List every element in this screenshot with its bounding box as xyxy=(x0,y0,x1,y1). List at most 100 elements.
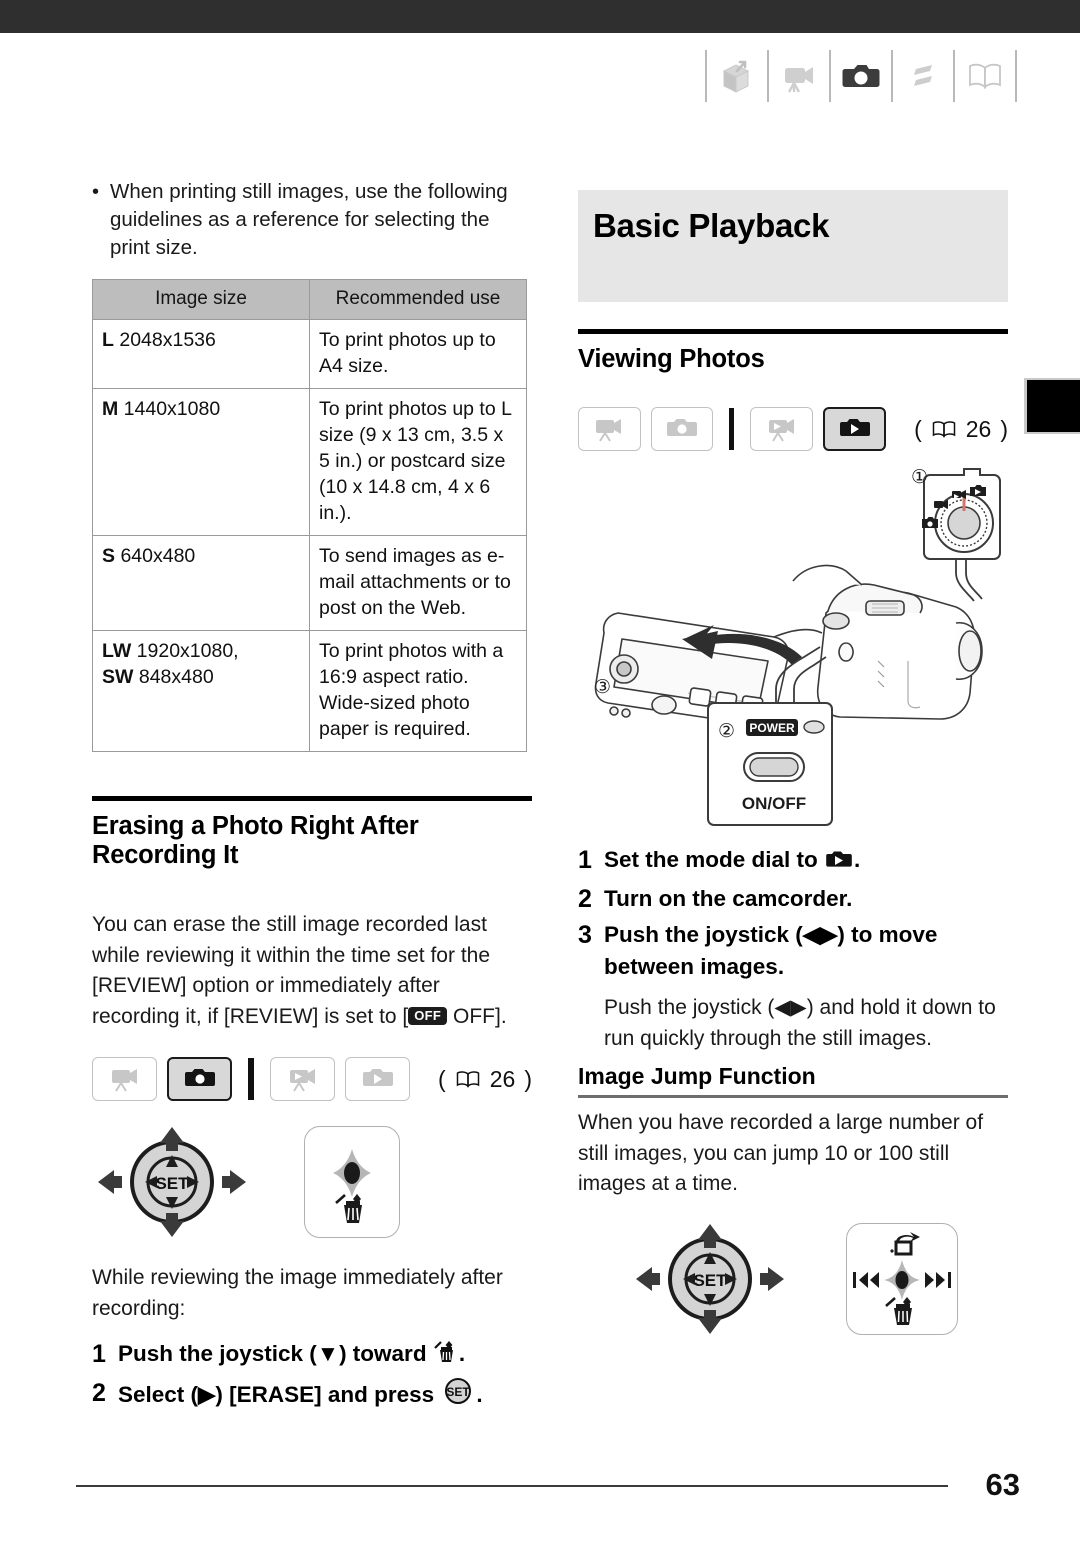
joystick-diagram-icon: SET xyxy=(636,1223,784,1334)
joystick-guide-box-jump xyxy=(846,1222,958,1335)
size-value: 1920x1080, xyxy=(136,640,239,662)
header-chapter-tabs xyxy=(705,48,1017,104)
jump-guide-icons xyxy=(853,1231,951,1325)
size-value: 2048x1536 xyxy=(119,329,216,351)
joystick-guide-erase: SET xyxy=(92,1123,532,1241)
step-text: Push the joystick (▼) toward . xyxy=(118,1338,532,1373)
erase-trash-icon xyxy=(885,1296,912,1325)
step-number: 2 xyxy=(92,1379,106,1407)
step-text-after: . xyxy=(476,1382,483,1407)
print-size-bullet: • When printing still images, use the fo… xyxy=(92,178,532,262)
transfer-arrows-icon xyxy=(893,50,953,102)
off-badge-icon: OFF xyxy=(408,1006,448,1025)
cell-image-size: S 640x480 xyxy=(92,535,310,631)
size-tag: M xyxy=(102,398,119,420)
erasing-photo-paragraph: You can erase the still image recorded l… xyxy=(92,910,532,1032)
step-text: Turn on the camcorder. xyxy=(604,886,853,911)
table-row: LW 1920x1080, SW 848x480 To print photos … xyxy=(92,630,527,752)
section-heading-erasing-photo: Erasing a Photo Right After Recording It xyxy=(92,812,419,869)
step-item: 2 Turn on the camcorder. xyxy=(578,883,1008,915)
mode-photo-record-icon[interactable] xyxy=(650,407,714,451)
mode-video-playback-icon[interactable] xyxy=(270,1057,336,1101)
unpacking-box-icon xyxy=(707,50,767,102)
joystick-guide-box-erase xyxy=(304,1126,400,1238)
mode-photo-playback-icon[interactable] xyxy=(345,1057,411,1101)
size-value-2: 848x480 xyxy=(138,666,214,688)
chapter-title: Basic Playback xyxy=(593,207,830,244)
step-item: 1 Push the joystick (▼) toward . xyxy=(92,1338,532,1373)
step-text: Set the mode dial to . xyxy=(604,844,1008,879)
size-tag: S xyxy=(102,545,116,567)
step-text: Select (▶) [ERASE] and press SET . xyxy=(118,1377,532,1414)
open-book-icon xyxy=(955,50,1015,102)
photo-camera-icon xyxy=(831,50,891,102)
step-number: 2 xyxy=(578,885,592,913)
cell-recommended-use: To send images as e-mail attachments or … xyxy=(309,535,527,631)
size-value: 640x480 xyxy=(120,545,196,567)
footer-divider-rule xyxy=(76,1485,948,1487)
section-rule xyxy=(92,796,532,801)
section-rule xyxy=(578,329,1008,334)
column-header-image-size: Image size xyxy=(92,279,310,320)
step-text-after: . xyxy=(458,1341,466,1366)
mode-group-divider xyxy=(248,1058,255,1100)
mode-video-playback-icon[interactable] xyxy=(750,407,814,451)
page-reference-left: ( 26 ) xyxy=(438,1066,532,1093)
table-row: M 1440x1080 To print photos up to L size… xyxy=(92,388,527,536)
cell-recommended-use: To print photos up to L size (9 x 13 cm,… xyxy=(309,388,527,536)
step-text: Push the joystick (◀▶) to move between i… xyxy=(604,922,938,979)
chapter-banner: Basic Playback xyxy=(578,190,1008,302)
set-button-icon: SET xyxy=(440,1377,476,1414)
page-reference-right: ( 26 ) xyxy=(914,416,1008,443)
right-column: Basic Playback Viewing Photos (26) ① ②… xyxy=(578,190,1008,1338)
left-column: • When printing still images, use the fo… xyxy=(92,178,532,1418)
callout-number-1: ① xyxy=(911,467,928,488)
svg-text:SET: SET xyxy=(155,1174,189,1193)
bullet-dot: • xyxy=(92,181,100,203)
cell-image-size: LW 1920x1080, SW 848x480 xyxy=(92,630,310,752)
mode-photo-record-icon[interactable] xyxy=(167,1057,233,1101)
joystick-diagram-icon: SET xyxy=(98,1127,246,1237)
photo-playback-icon xyxy=(824,847,854,879)
step-text-before: Push the joystick (▼) toward xyxy=(118,1341,427,1366)
page-number: 63 xyxy=(985,1467,1020,1502)
erase-guide-icons xyxy=(333,1149,371,1223)
joystick-hold-note: Push the joystick (◀▶) and hold it down … xyxy=(604,996,996,1050)
top-dark-band xyxy=(0,0,1080,33)
book-reference-icon xyxy=(932,421,955,438)
joystick-guide-jump: SET xyxy=(630,1220,1008,1338)
cell-recommended-use: To print photos with a 16:9 aspect ratio… xyxy=(309,630,527,752)
paren-open: ( xyxy=(914,415,922,442)
onoff-label-text: ON/OFF xyxy=(742,794,806,813)
mode-photo-playback-icon[interactable] xyxy=(823,407,887,451)
image-size-table: Image size Recommended use L 2048x1536 T… xyxy=(92,279,527,752)
tab-separator xyxy=(1015,50,1017,102)
table-row: S 640x480 To send images as e-mail attac… xyxy=(92,535,527,631)
step-text-before: Select (▶) [ERASE] and press xyxy=(118,1382,435,1407)
viewing-photos-steps: 1 Set the mode dial to . 2 Turn on the c… xyxy=(578,844,1008,983)
column-header-recommended-use: Recommended use xyxy=(309,279,527,320)
cell-recommended-use: To print photos up to A4 size. xyxy=(309,319,527,389)
cell-image-size: M 1440x1080 xyxy=(92,388,310,536)
step-number: 1 xyxy=(92,1340,106,1368)
erase-steps-list: 1 Push the joystick (▼) toward . 2 Selec… xyxy=(92,1338,532,1414)
step-number: 3 xyxy=(578,921,592,949)
section-heading-viewing-photos: Viewing Photos xyxy=(578,345,765,373)
power-label-text: POWER xyxy=(749,721,795,735)
step-item: 1 Set the mode dial to . xyxy=(578,844,1008,879)
paren-open: ( xyxy=(438,1065,446,1092)
mode-indicator-row-right: ( 26 ) xyxy=(578,407,1008,451)
paren-close: ) xyxy=(524,1065,532,1092)
subsection-heading-image-jump: Image Jump Function xyxy=(578,1063,816,1089)
mode-video-record-icon[interactable] xyxy=(92,1057,158,1101)
mode-video-record-icon[interactable] xyxy=(578,407,641,451)
image-jump-icon xyxy=(890,1231,920,1255)
size-value: 1440x1080 xyxy=(123,398,221,420)
image-jump-paragraph: When you have recorded a large number of… xyxy=(578,1111,984,1195)
bullet-text: When printing still images, use the foll… xyxy=(110,180,508,259)
table-header-row: Image size Recommended use xyxy=(92,279,527,320)
callout-number-2: ② xyxy=(718,721,735,742)
paragraph-text-part2: OFF]. xyxy=(447,1004,507,1028)
size-tag: L xyxy=(102,329,114,351)
camcorder-illustration: ① ② POWER ON/OFF ③ xyxy=(578,461,1008,846)
